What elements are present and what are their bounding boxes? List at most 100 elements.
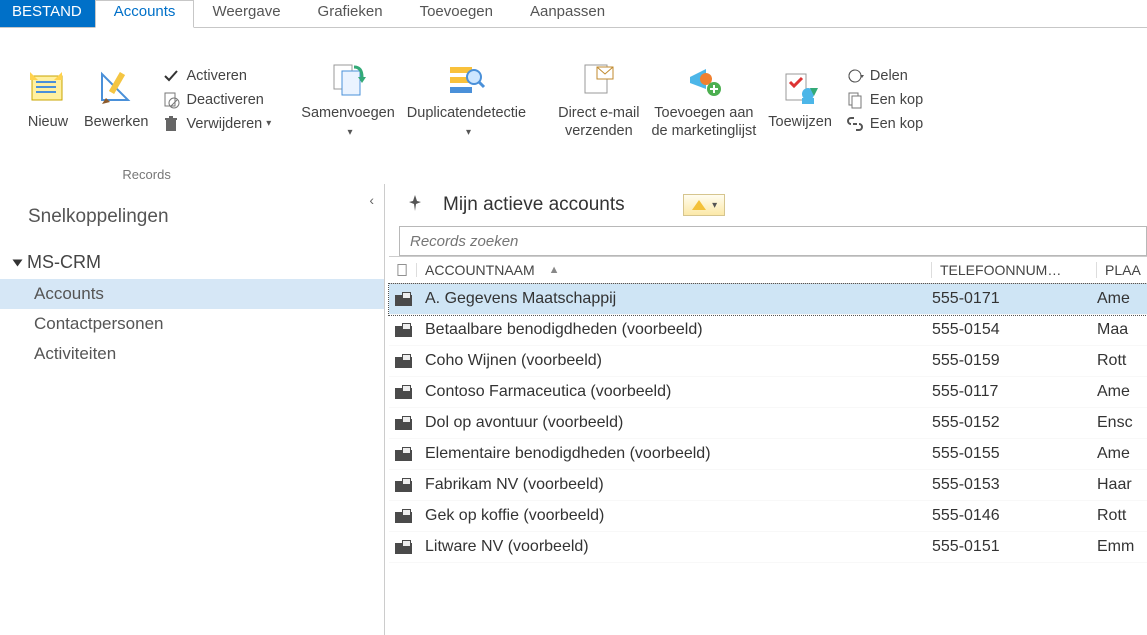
cell-city: Haar [1097, 476, 1147, 494]
merge-button[interactable]: Samenvoegen ▾ [295, 55, 401, 144]
check-icon [162, 67, 180, 85]
sort-asc-icon: ▲ [549, 264, 560, 276]
deactivate-label: Deactiveren [186, 92, 263, 108]
table-row[interactable]: Contoso Farmaceutica (voorbeeld)555-0117… [389, 377, 1147, 408]
copy-link-button[interactable]: Een kop [842, 88, 927, 112]
collapse-sidebar-icon[interactable]: ‹ [369, 192, 374, 208]
column-accountname[interactable]: ACCOUNTNAAM▲ [417, 262, 932, 278]
duplicate-detect-button[interactable]: Duplicatendetectie ▾ [401, 55, 532, 144]
cell-phone: 555-0117 [932, 383, 1097, 401]
duplicate-detect-icon [446, 59, 486, 99]
caret-down-icon [13, 260, 23, 267]
tab-aanpassen[interactable]: Aanpassen [512, 0, 624, 27]
sidebar: ‹ Snelkoppelingen MS-CRM AccountsContact… [0, 184, 385, 635]
cell-accountname: Coho Wijnen (voorbeeld) [417, 352, 932, 370]
sidebar-shortcuts-title: Snelkoppelingen [0, 188, 384, 246]
table-row[interactable]: Betaalbare benodigdheden (voorbeeld)555-… [389, 315, 1147, 346]
table-row[interactable]: Gek op koffie (voorbeeld)555-0146Rott [389, 501, 1147, 532]
row-icon-cell [389, 540, 417, 554]
page-icon [397, 263, 408, 277]
new-button[interactable]: Nieuw [18, 64, 78, 135]
ribbon: Nieuw Bewerken Activeren Deact [0, 28, 1147, 184]
add-marketing-button[interactable]: Toevoegen aan de marketinglijst [645, 55, 762, 144]
table-row[interactable]: Coho Wijnen (voorbeeld)555-0159Rott [389, 346, 1147, 377]
megaphone-add-icon [684, 59, 724, 99]
table-row[interactable]: Fabrikam NV (voorbeeld)555-0153Haar [389, 470, 1147, 501]
account-icon [395, 323, 412, 337]
row-icon-cell [389, 478, 417, 492]
sidebar-tree-root[interactable]: MS-CRM [0, 246, 384, 279]
activate-button[interactable]: Activeren [158, 64, 275, 88]
column-phone[interactable]: TELEFOONNUM… [932, 262, 1097, 278]
cell-accountname: Fabrikam NV (voorbeeld) [417, 476, 932, 494]
duplicate-label: Duplicatendetectie ▾ [407, 105, 526, 140]
cell-phone: 555-0159 [932, 352, 1097, 370]
search-box[interactable] [399, 226, 1147, 256]
table-row[interactable]: Dol op avontuur (voorbeeld)555-0152Ensc [389, 408, 1147, 439]
chevron-down-icon: ▾ [266, 118, 271, 129]
copy1-label: Een kop [870, 92, 923, 108]
tab-accounts[interactable]: Accounts [95, 0, 195, 28]
table-row[interactable]: A. Gegevens Maatschappij555-0171Ame [389, 284, 1147, 315]
cell-city: Ame [1097, 290, 1147, 308]
tab-file[interactable]: BESTAND [0, 0, 95, 27]
link-button[interactable]: Een kop [842, 112, 927, 136]
share-icon [846, 67, 864, 85]
edit-icon [96, 68, 136, 108]
select-all-column[interactable] [389, 263, 417, 277]
tab-toevoegen[interactable]: Toevoegen [402, 0, 512, 27]
cell-phone: 555-0152 [932, 414, 1097, 432]
assign-label: Toewijzen [768, 114, 832, 131]
add-marketing-label: Toevoegen aan de marketinglijst [651, 105, 756, 140]
view-selector-button[interactable]: ▾ [683, 194, 725, 216]
copy2-label: Een kop [870, 116, 923, 132]
ribbon-tabs: BESTAND Accounts Weergave Grafieken Toev… [0, 0, 1147, 28]
account-icon [395, 478, 412, 492]
pin-icon[interactable] [407, 194, 425, 216]
main-area: ‹ Snelkoppelingen MS-CRM AccountsContact… [0, 184, 1147, 635]
search-input[interactable] [408, 232, 1138, 251]
ribbon-group-merge: Samenvoegen ▾ Duplicatendetectie ▾ [285, 32, 542, 184]
sidebar-item-accounts[interactable]: Accounts [0, 279, 384, 309]
content-area: Mijn actieve accounts ▾ ACCOUNTNAAM▲ TEL… [385, 184, 1147, 635]
cell-phone: 555-0154 [932, 321, 1097, 339]
assign-button[interactable]: Toewijzen [762, 64, 838, 135]
new-record-icon [28, 68, 68, 108]
view-header: Mijn actieve accounts ▾ [385, 192, 1147, 226]
cell-accountname: Dol op avontuur (voorbeeld) [417, 414, 932, 432]
edit-label: Bewerken [84, 114, 148, 131]
cell-accountname: A. Gegevens Maatschappij [417, 290, 932, 308]
cell-phone: 555-0171 [932, 290, 1097, 308]
chevron-down-icon: ▾ [712, 200, 717, 211]
delete-button[interactable]: Verwijderen ▾ [158, 112, 275, 136]
direct-email-button[interactable]: Direct e-mail verzenden [552, 55, 645, 144]
cell-phone: 555-0153 [932, 476, 1097, 494]
cell-city: Rott [1097, 352, 1147, 370]
share-button[interactable]: Delen [842, 64, 927, 88]
row-icon-cell [389, 385, 417, 399]
column-city[interactable]: PLAA [1097, 262, 1147, 278]
account-icon [395, 354, 412, 368]
merge-icon [328, 59, 368, 99]
share-label: Delen [870, 68, 908, 84]
chevron-down-icon: ▾ [466, 127, 471, 138]
table-row[interactable]: Litware NV (voorbeeld)555-0151Emm [389, 532, 1147, 563]
tab-weergave[interactable]: Weergave [194, 0, 299, 27]
sidebar-item-activiteiten[interactable]: Activiteiten [0, 339, 384, 369]
cell-accountname: Contoso Farmaceutica (voorbeeld) [417, 383, 932, 401]
ribbon-group-collab: Direct e-mail verzenden Toevoegen aan de… [542, 32, 937, 184]
edit-button[interactable]: Bewerken [78, 64, 154, 135]
account-icon [395, 447, 412, 461]
cell-city: Emm [1097, 538, 1147, 556]
cell-city: Ame [1097, 445, 1147, 463]
trash-icon [162, 115, 180, 133]
link-icon [846, 115, 864, 133]
cell-city: Rott [1097, 507, 1147, 525]
deactivate-button[interactable]: Deactiveren [158, 88, 275, 112]
ribbon-group-records: Nieuw Bewerken Activeren Deact [8, 32, 285, 184]
row-icon-cell [389, 292, 417, 306]
sidebar-item-contactpersonen[interactable]: Contactpersonen [0, 309, 384, 339]
tab-grafieken[interactable]: Grafieken [300, 0, 402, 27]
table-row[interactable]: Elementaire benodigdheden (voorbeeld)555… [389, 439, 1147, 470]
ribbon-group-label: Records [122, 167, 170, 182]
